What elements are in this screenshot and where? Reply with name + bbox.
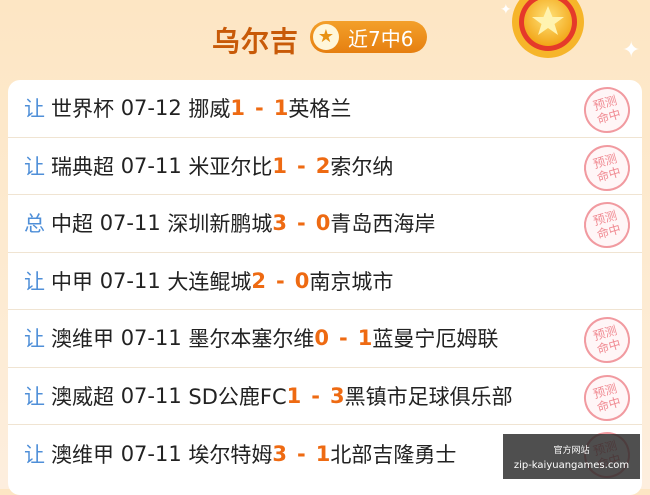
hit-stamp-icon: 预测命中	[578, 139, 636, 196]
bet-type-tag: 让	[24, 269, 45, 294]
home-score: 2	[251, 268, 267, 293]
match-date: 07-11	[120, 441, 182, 466]
away-score: 1	[357, 326, 373, 351]
bet-type-tag: 总	[24, 212, 45, 237]
score-separator: -	[276, 268, 285, 293]
score-separator: -	[297, 211, 306, 236]
match-row[interactable]: 让中甲 07-11 大连鲲城 2-0 南京城市	[8, 253, 642, 310]
league-name: 中超	[51, 212, 93, 237]
hit-stamp-icon: 预测命中	[578, 196, 636, 254]
away-team: 蓝曼宁厄姆联	[372, 327, 499, 352]
away-score: 1	[315, 441, 331, 466]
home-team: 大连鲲城	[167, 269, 252, 294]
away-score: 1	[273, 96, 289, 121]
away-team: 北部吉隆勇士	[330, 442, 457, 467]
away-team: 黑镇市足球俱乐部	[344, 384, 513, 409]
away-team: 青岛西海岸	[330, 212, 436, 237]
home-score: 1	[230, 96, 246, 121]
match-date: 07-12	[120, 96, 182, 121]
match-date: 07-11	[99, 268, 161, 293]
score-separator: -	[297, 153, 306, 178]
match-row[interactable]: 让澳威超 07-11 SD公鹿FC 1-3 黑镇市足球俱乐部 预测 命中	[8, 368, 642, 426]
score-separator: -	[339, 326, 348, 351]
hit-stamp-icon: 预测命中	[578, 369, 636, 426]
streak-label: 近7中6	[348, 26, 414, 51]
away-team: 索尔纳	[330, 154, 394, 179]
home-score: 0	[314, 326, 330, 351]
bet-type-tag: 让	[24, 327, 45, 352]
home-team: 深圳新鹏城	[167, 212, 273, 237]
score-separator: -	[311, 383, 320, 408]
match-date: 07-11	[120, 326, 182, 351]
prediction-list: 让世界杯 07-12 挪威 1-1 英格兰 预测 命中让瑞典超 07-11 米亚尔比 1-…	[8, 80, 642, 495]
away-team: 南京城市	[309, 269, 394, 294]
hit-stamp-icon: 预测命中	[578, 81, 636, 139]
home-team: 米亚尔比	[188, 154, 273, 179]
away-score: 2	[315, 153, 331, 178]
match-row[interactable]: 总中超 07-11 深圳新鹏城 3-0 青岛西海岸 预测 命中	[8, 195, 642, 254]
score-separator: -	[255, 96, 264, 121]
predictor-name: 乌尔吉	[212, 25, 300, 58]
bet-type-tag: 让	[24, 442, 45, 467]
match-row[interactable]: 让澳维甲 07-11 墨尔本塞尔维 0-1 蓝曼宁厄姆联 预测 命中	[8, 310, 642, 369]
watermark-url: zip-kaiyuangames.com	[513, 459, 630, 471]
match-row[interactable]: 让瑞典超 07-11 米亚尔比 1-2 索尔纳 预测 命中	[8, 138, 642, 196]
home-team: SD公鹿FC	[188, 384, 287, 409]
league-name: 瑞典超	[51, 154, 114, 179]
hit-stamp-icon: 预测命中	[578, 311, 636, 369]
star-icon: ★	[313, 24, 339, 50]
away-score: 0	[315, 211, 331, 236]
match-date: 07-11	[120, 383, 182, 408]
league-name: 中甲	[51, 269, 93, 294]
medal-icon	[512, 0, 584, 58]
league-name: 澳维甲	[51, 327, 114, 352]
home-score: 1	[286, 383, 302, 408]
bet-type-tag: 让	[24, 97, 45, 122]
match-row[interactable]: 让世界杯 07-12 挪威 1-1 英格兰 预测 命中	[8, 80, 642, 139]
header: 乌尔吉 ★ 近7中6 ✦ ✦	[0, 0, 650, 78]
league-name: 澳维甲	[51, 442, 114, 467]
watermark: 官方网站 zip-kaiyuangames.com	[503, 434, 640, 479]
watermark-title: 官方网站	[553, 445, 590, 456]
home-team: 埃尔特姆	[188, 442, 273, 467]
league-name: 澳威超	[51, 384, 114, 409]
streak-badge: ★ 近7中6	[310, 21, 427, 53]
bet-type-tag: 让	[24, 154, 45, 179]
home-team: 挪威	[188, 97, 231, 122]
match-date: 07-11	[99, 211, 161, 236]
away-team: 英格兰	[288, 97, 352, 122]
home-team: 墨尔本塞尔维	[188, 327, 315, 352]
score-separator: -	[297, 441, 306, 466]
home-score: 3	[272, 441, 288, 466]
bet-type-tag: 让	[24, 384, 45, 409]
home-score: 3	[272, 211, 288, 236]
sparkle-icon: ✦	[622, 38, 641, 63]
home-score: 1	[272, 153, 288, 178]
away-score: 3	[330, 383, 345, 408]
match-date: 07-11	[120, 153, 182, 178]
league-name: 世界杯	[51, 97, 114, 122]
sparkle-icon: ✦	[500, 2, 512, 18]
away-score: 0	[294, 268, 310, 293]
